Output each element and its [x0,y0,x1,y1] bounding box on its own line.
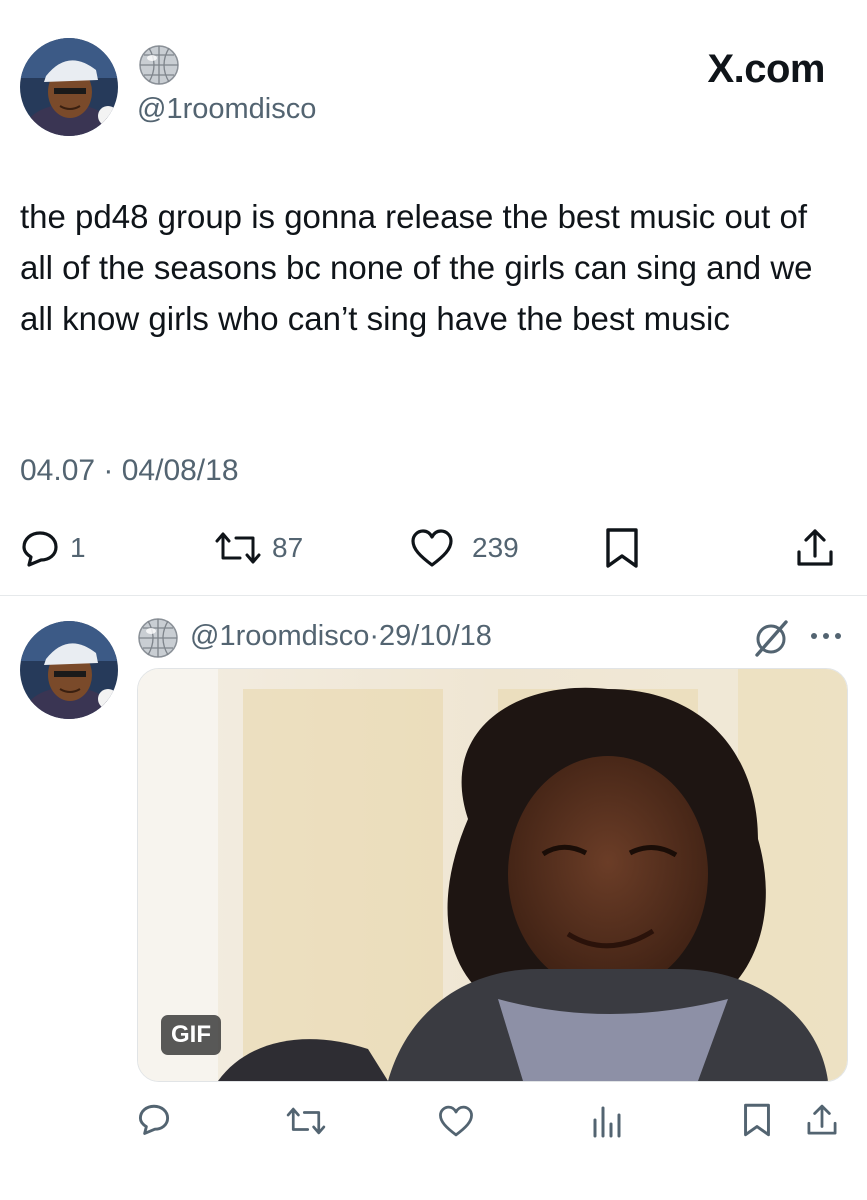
divider [0,595,867,596]
retweet-icon [215,532,261,564]
like-button[interactable] [438,1104,474,1138]
gif-media[interactable]: GIF [137,668,848,1082]
bookmark-button[interactable] [604,526,640,570]
disco-ball-icon [137,617,179,659]
brand-label: X.com [707,47,825,91]
retweet-count: 87 [272,532,304,563]
share-button[interactable] [795,526,835,570]
reply-separator: · [369,620,380,652]
reply-bubble-icon [22,531,58,567]
views-button[interactable] [590,1104,624,1138]
author-handle[interactable]: @1roomdisco [137,93,316,126]
avatar[interactable] [20,38,118,136]
share-icon [797,529,833,566]
bookmark-icon [606,528,638,568]
share-button[interactable] [805,1102,839,1138]
bookmark-button[interactable] [742,1102,772,1138]
reply-button[interactable]: 1 [20,528,86,568]
more-button[interactable] [806,626,846,646]
views-bar-icon [593,1106,621,1138]
heart-icon [439,1105,473,1137]
tweet-text: the pd48 group is gonna release the best… [20,198,822,337]
reply-handle[interactable]: @1roomdisco [190,620,369,652]
heart-icon [411,529,453,567]
retweet-button[interactable]: 87 [214,528,303,568]
disco-ball-icon [138,44,180,86]
gif-badge: GIF [161,1015,221,1055]
reply-count: 1 [70,532,86,563]
reply-date[interactable]: 29/10/18 [379,620,492,652]
retweet-icon [286,1107,326,1135]
bookmark-icon [744,1103,770,1137]
retweet-button[interactable] [285,1104,327,1138]
like-count: 239 [472,532,519,563]
reply-button[interactable] [137,1102,171,1136]
grok-button[interactable] [752,618,790,658]
tweet-timestamp[interactable]: 04.07 · 04/08/18 [20,454,239,488]
reply-bubble-icon [138,1104,170,1135]
avatar[interactable] [20,621,118,719]
more-dots-icon [811,633,841,639]
like-button[interactable]: 239 [410,528,519,568]
grok-slash-circle-icon [755,620,788,657]
share-icon [807,1104,837,1135]
reply-author-line[interactable]: @1roomdisco·29/10/18 [190,620,492,653]
